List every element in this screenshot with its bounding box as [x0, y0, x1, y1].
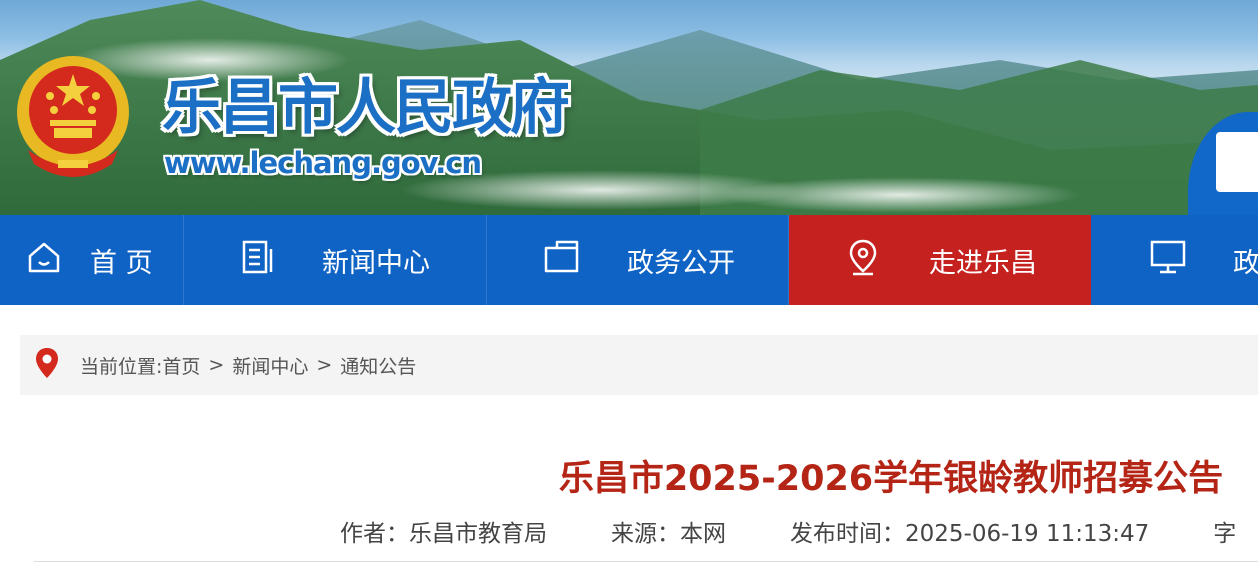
nav-label-news: 新闻中心 [322, 247, 430, 279]
site-title: 乐昌市人民政府 [162, 73, 570, 143]
location-pin-icon [34, 347, 60, 384]
breadcrumb: 当前位置: 首页 > 新闻中心 > 通知公告 [20, 335, 1258, 395]
home-icon [26, 239, 62, 282]
breadcrumb-link-home[interactable]: 首页 [162, 352, 200, 379]
article-meta: 作者：乐昌市教育局 来源：本网 发布时间：2025-06-19 11:13:47… [340, 514, 1258, 548]
nav-label-gov-affairs: 政务公开 [627, 247, 735, 279]
breadcrumb-prefix: 当前位置: [80, 355, 163, 378]
breadcrumb-separator: > [208, 354, 225, 376]
nav-item-gov-service[interactable]: 政 [1091, 215, 1258, 305]
breadcrumb-link-news[interactable]: 新闻中心 [232, 352, 308, 379]
breadcrumb-separator: > [316, 354, 333, 376]
article-source: 来源：本网 [611, 521, 726, 547]
document-icon [240, 239, 276, 282]
article-publish-time: 发布时间：2025-06-19 11:13:47 [790, 521, 1150, 547]
site-url: www.lechang.gov.cn [164, 146, 482, 180]
nav-item-gov-affairs[interactable]: 政务公开 [487, 215, 789, 305]
divider [34, 561, 1258, 562]
national-emblem-icon [17, 56, 129, 177]
location-pin-icon [845, 238, 881, 283]
folder-icon [543, 239, 581, 282]
article-title: 乐昌市2025-2026学年银龄教师招募公告 [558, 459, 1224, 499]
nav-label-gov-service: 政 [1233, 247, 1258, 279]
search-input[interactable] [1216, 132, 1258, 192]
nav-item-news[interactable]: 新闻中心 [184, 215, 487, 305]
nav-label-home: 首 页 [90, 247, 153, 279]
font-size-control[interactable]: 字 [1213, 514, 1236, 548]
nav-label-about-lechang: 走进乐昌 [929, 247, 1037, 279]
article-author: 作者：乐昌市教育局 [340, 521, 547, 547]
nav-item-about-lechang[interactable]: 走进乐昌 [789, 215, 1091, 305]
main-nav: 首 页 新闻中心 政务公开 走进乐昌 政 [0, 215, 1258, 305]
header-banner: 乐昌市人民政府 www.lechang.gov.cn [0, 0, 1258, 215]
breadcrumb-link-notices[interactable]: 通知公告 [340, 352, 416, 379]
monitor-icon [1149, 239, 1187, 282]
nav-item-home[interactable]: 首 页 [0, 215, 184, 305]
